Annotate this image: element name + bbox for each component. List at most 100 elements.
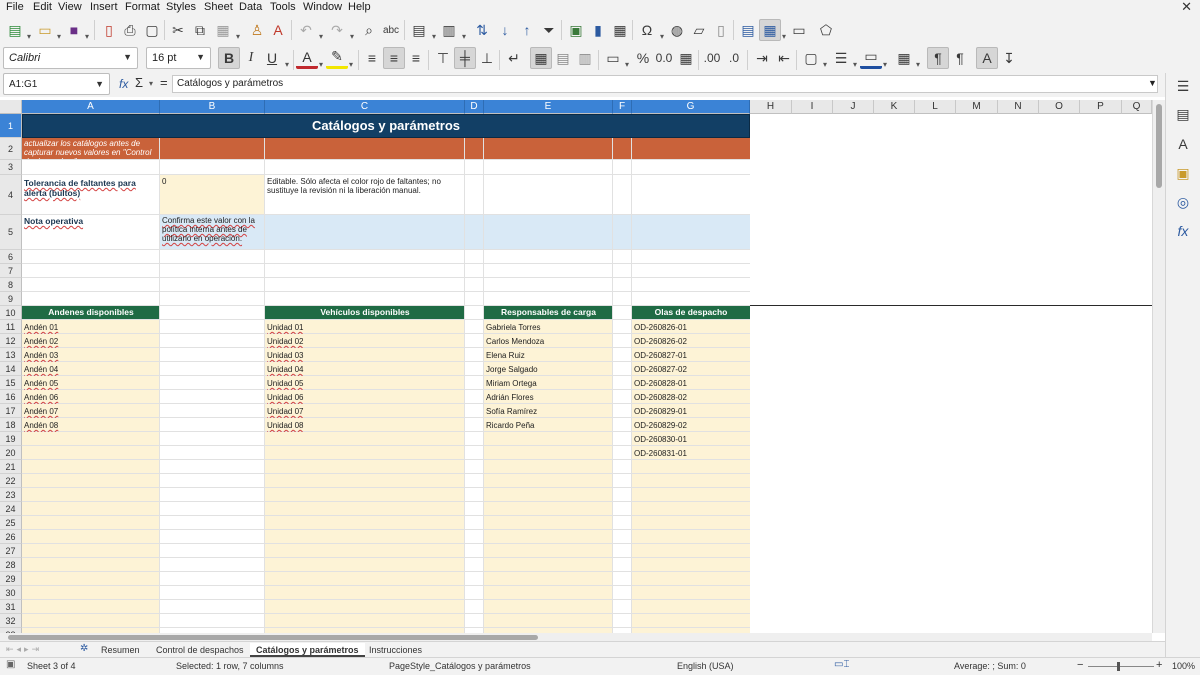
chevron-down-icon[interactable]: ▼ (123, 52, 132, 62)
andenes-list-item[interactable]: Andén 05 (22, 378, 160, 390)
column-header-f[interactable]: F (613, 100, 632, 114)
row-header[interactable]: 19 (0, 432, 22, 446)
vehiculos-list-item[interactable]: Unidad 08 (265, 420, 465, 432)
responsables-header[interactable]: Responsables de carga (484, 305, 613, 319)
menu-insert[interactable]: Insert (90, 1, 118, 13)
number-format-icon[interactable]: 0.0 (653, 47, 675, 69)
close-window-icon[interactable]: ✕ (1181, 0, 1192, 15)
olas-list-item[interactable]: OD-260828-02 (632, 392, 750, 404)
row-header[interactable]: 24 (0, 502, 22, 516)
row-header[interactable]: 8 (0, 278, 22, 292)
styles-icon[interactable]: A (1172, 133, 1194, 155)
row-header[interactable]: 13 (0, 348, 22, 362)
menu-format[interactable]: Format (125, 1, 160, 13)
font-name-box[interactable]: Calibri ▼ (3, 47, 138, 69)
cut-icon[interactable]: ✂ (167, 19, 189, 41)
row-header[interactable]: 4 (0, 175, 22, 215)
split-window-icon[interactable]: ▭ (788, 19, 810, 41)
row-header[interactable]: 7 (0, 264, 22, 278)
menu-file[interactable]: File (6, 1, 24, 13)
percent-format-icon[interactable]: % (632, 47, 654, 69)
add-decimal-icon[interactable]: .00 (701, 47, 723, 69)
autofilter-icon[interactable]: ⏷ (538, 19, 560, 41)
define-print-area-icon[interactable]: ▤ (737, 19, 759, 41)
spreadsheet-grid[interactable]: A B C D E F G H I J K L M N O P Q Catálo… (0, 100, 1152, 633)
responsables-list-item[interactable]: Sofía Ramírez (484, 406, 613, 418)
center-vertically-icon[interactable]: ╪ (454, 47, 476, 69)
menu-icon[interactable]: ☰ (1172, 75, 1194, 97)
vertical-scrollbar-thumb[interactable] (1156, 104, 1162, 188)
headers-footers-icon[interactable]: ▯ (710, 19, 732, 41)
responsables-list-item[interactable]: Miriam Ortega (484, 378, 613, 390)
menu-tools[interactable]: Tools (270, 1, 296, 13)
column-header-d[interactable]: D (465, 100, 484, 114)
vehiculos-list-item[interactable]: Unidad 05 (265, 378, 465, 390)
row-header[interactable]: 3 (0, 160, 22, 175)
paste-icon[interactable]: ▦ (212, 19, 234, 41)
expand-formula-bar-icon[interactable]: ▼ (1148, 78, 1157, 88)
column-header-b[interactable]: B (160, 100, 265, 114)
chevron-down-icon[interactable]: ▾ (282, 53, 292, 75)
olas-list-item[interactable]: OD-260831-01 (632, 448, 750, 460)
menu-sheet[interactable]: Sheet (204, 1, 233, 13)
olas-header[interactable]: Olas de despacho (632, 305, 750, 319)
menu-help[interactable]: Help (348, 1, 371, 13)
chevron-down-icon[interactable]: ▾ (820, 53, 830, 75)
vehiculos-header[interactable]: Vehículos disponibles (265, 305, 465, 319)
insert-image-icon[interactable]: ▣ (565, 19, 587, 41)
sort-ascending-icon[interactable]: ↓ (494, 19, 516, 41)
italic-icon[interactable]: I (240, 47, 262, 69)
row-header[interactable]: 15 (0, 376, 22, 390)
zoom-out-icon[interactable]: − (1077, 659, 1083, 671)
row-header[interactable]: 9 (0, 292, 22, 306)
align-center-icon[interactable]: ≡ (383, 47, 405, 69)
row-header[interactable]: 11 (0, 320, 22, 334)
zoom-slider[interactable] (1088, 666, 1154, 667)
sort-descending-icon[interactable]: ↑ (516, 19, 538, 41)
row-header[interactable]: 30 (0, 586, 22, 600)
text-horizontal-icon[interactable]: A (976, 47, 998, 69)
sum-icon[interactable]: Σ (135, 75, 143, 90)
tab-scroll-arrows-icon[interactable]: ⇤◂▸⇥ (6, 644, 42, 655)
responsables-list-item[interactable]: Jorge Salgado (484, 364, 613, 376)
row-header[interactable]: 2 (0, 138, 22, 160)
andenes-list-item[interactable]: Andén 01 (22, 322, 160, 334)
menu-styles[interactable]: Styles (166, 1, 196, 13)
column-header-h[interactable]: H (750, 100, 792, 114)
decrease-indent-icon[interactable]: ⇤ (773, 47, 795, 69)
column-header-n[interactable]: N (998, 100, 1039, 114)
menu-view[interactable]: View (58, 1, 82, 13)
andenes-list-item[interactable]: Andén 06 (22, 392, 160, 404)
responsables-list-item[interactable]: Carlos Mendoza (484, 336, 613, 348)
special-character-icon[interactable]: Ω (636, 19, 658, 41)
andenes-header[interactable]: Andenes disponibles (22, 305, 160, 319)
vehiculos-list-item[interactable]: Unidad 07 (265, 406, 465, 418)
chevron-down-icon[interactable]: ▼ (95, 79, 104, 89)
border-style-icon[interactable]: ☰ (830, 47, 852, 69)
row-header[interactable]: 20 (0, 446, 22, 460)
new-document-icon[interactable]: ▤ (4, 19, 26, 41)
currency-format-icon[interactable]: ▭ (602, 47, 624, 69)
column-icon[interactable]: ▥ (438, 19, 460, 41)
hyperlink-icon[interactable]: ◍ (666, 19, 688, 41)
clear-formatting-icon[interactable]: A (267, 19, 289, 41)
gallery-icon[interactable]: ▣ (1172, 162, 1194, 184)
print-preview-icon[interactable]: ▢ (141, 19, 163, 41)
andenes-list-item[interactable]: Andén 04 (22, 364, 160, 376)
comment-icon[interactable]: ▱ (688, 19, 710, 41)
note-value-cell[interactable]: Confirma este valor con la política inte… (160, 215, 265, 250)
row-header[interactable]: 25 (0, 516, 22, 530)
zoom-slider-handle[interactable] (1117, 662, 1120, 671)
zoom-in-icon[interactable]: + (1156, 659, 1162, 671)
unmerge-cells-icon[interactable]: ▥ (574, 47, 596, 69)
andenes-list-item[interactable]: Andén 07 (22, 406, 160, 418)
tab-catalogos-y-parametros[interactable]: Catálogos y parámetros (250, 643, 365, 657)
function-wizard-icon[interactable]: fx (119, 77, 128, 91)
borders-icon[interactable]: ▢ (800, 47, 822, 69)
column-header-k[interactable]: K (874, 100, 915, 114)
row2-note-cell[interactable]: actualizar los catálogos antes de captur… (22, 138, 160, 160)
row-header[interactable]: 10 (0, 306, 22, 320)
select-all-corner[interactable] (0, 100, 22, 114)
column-header-i[interactable]: I (792, 100, 833, 114)
clone-formatting-icon[interactable]: ♙ (246, 19, 268, 41)
